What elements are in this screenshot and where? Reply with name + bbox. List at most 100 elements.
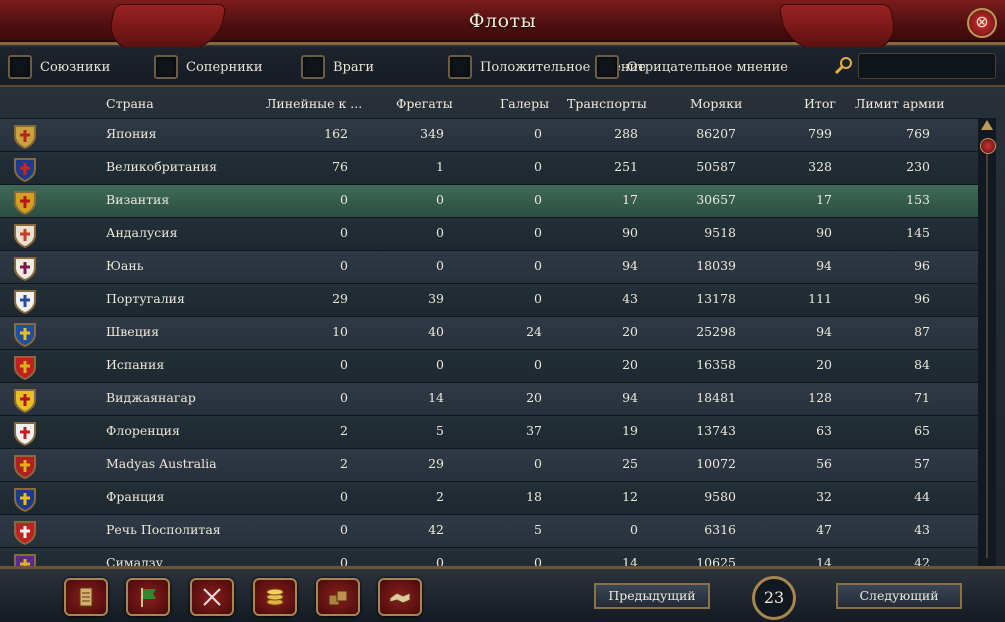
cell-heavy: 76	[332, 159, 348, 174]
flag-button[interactable]	[126, 578, 170, 616]
country-shield-icon	[14, 290, 36, 314]
cell-light: 42	[428, 522, 444, 537]
filter-rivals[interactable]: Соперники	[154, 55, 263, 79]
filter-allies[interactable]: Союзники	[8, 55, 110, 79]
col-country[interactable]: Страна	[106, 96, 154, 111]
table-row[interactable]: Виджаянагар 0 14 20 94 18481 128 71	[0, 382, 978, 415]
table-row[interactable]: Япония 162 349 0 288 86207 799 769	[0, 118, 978, 151]
checkbox[interactable]	[595, 55, 619, 79]
cell-sailors: 18481	[696, 390, 736, 405]
cell-total: 56	[816, 456, 832, 471]
cell-galleys: 0	[534, 126, 542, 141]
country-shield-icon	[14, 257, 36, 281]
crates-icon	[328, 590, 348, 606]
country-name: Франция	[106, 489, 165, 504]
cell-limit: 43	[914, 522, 930, 537]
table-row[interactable]: Андалусия 0 0 0 90 9518 90 145	[0, 217, 978, 250]
cell-sailors: 50587	[696, 159, 736, 174]
table-row[interactable]: Португалия 29 39 0 43 13178 111 96	[0, 283, 978, 316]
crates-button[interactable]	[316, 578, 360, 616]
cell-heavy: 2	[340, 456, 348, 471]
cell-heavy: 10	[332, 324, 348, 339]
table-row[interactable]: Madyas Australia 2 29 0 25 10072 56 57	[0, 448, 978, 481]
cell-sailors: 13743	[696, 423, 736, 438]
table-row[interactable]: Речь Посполитая 0 42 5 0 6316 47 43	[0, 514, 978, 547]
col-transports[interactable]: Транспорты	[567, 96, 647, 111]
country-shield-icon	[14, 521, 36, 545]
country-name: Виджаянагар	[106, 390, 196, 405]
cell-heavy: 0	[340, 522, 348, 537]
cell-transports: 0	[630, 522, 638, 537]
cell-total: 20	[816, 357, 832, 372]
scroll-track[interactable]	[986, 144, 988, 558]
previous-button[interactable]: Предыдущий	[594, 583, 710, 609]
table-row[interactable]: Византия 0 0 0 17 30657 17 153	[0, 184, 978, 217]
country-name: Португалия	[106, 291, 185, 306]
search-icon[interactable]	[834, 55, 854, 75]
cell-sailors: 18039	[696, 258, 736, 273]
filter-label: Враги	[333, 59, 375, 75]
table-row[interactable]: Франция 0 2 18 12 9580 32 44	[0, 481, 978, 514]
table-row[interactable]: Флоренция 2 5 37 19 13743 63 65	[0, 415, 978, 448]
country-name: Великобритания	[106, 159, 217, 174]
cell-total: 94	[816, 324, 832, 339]
cell-galleys: 0	[534, 291, 542, 306]
cell-light: 29	[428, 456, 444, 471]
table-row[interactable]: Великобритания 76 1 0 251 50587 328 230	[0, 151, 978, 184]
cell-total: 90	[816, 225, 832, 240]
country-shield-icon	[14, 191, 36, 215]
search-input[interactable]	[858, 53, 996, 79]
cell-sailors: 30657	[696, 192, 736, 207]
cell-limit: 57	[914, 456, 930, 471]
country-name: Флоренция	[106, 423, 180, 438]
close-button[interactable]: ⊗	[967, 8, 997, 38]
cell-heavy: 0	[340, 225, 348, 240]
filter-bar: Союзники Соперники Враги Положительное м…	[0, 47, 1005, 87]
cell-galleys: 37	[526, 423, 542, 438]
col-army-limit[interactable]: Лимит армии	[855, 96, 945, 111]
checkbox[interactable]	[301, 55, 325, 79]
checkbox[interactable]	[8, 55, 32, 79]
cell-total: 799	[808, 126, 832, 141]
table-row[interactable]: Испания 0 0 0 20 16358 20 84	[0, 349, 978, 382]
cell-sailors: 86207	[696, 126, 736, 141]
coins-button[interactable]	[253, 578, 297, 616]
filter-enemies[interactable]: Враги	[301, 55, 374, 79]
scroll-button[interactable]	[64, 578, 108, 616]
col-galleys[interactable]: Галеры	[500, 96, 549, 111]
checkbox[interactable]	[154, 55, 178, 79]
cell-heavy: 0	[340, 192, 348, 207]
scrollbar[interactable]	[978, 118, 996, 566]
filter-negative-opinion[interactable]: Отрицательное мнение	[595, 55, 788, 79]
cell-galleys: 0	[534, 357, 542, 372]
table-row[interactable]: Юань 0 0 0 94 18039 94 96	[0, 250, 978, 283]
table-header: Страна Линейные к ... Фрегаты Галеры Тра…	[0, 92, 980, 116]
cell-light: 0	[436, 258, 444, 273]
table-row[interactable]: Швеция 10 40 24 20 25298 94 87	[0, 316, 978, 349]
cell-light: 39	[428, 291, 444, 306]
col-total[interactable]: Итог	[804, 96, 836, 111]
cell-limit: 71	[914, 390, 930, 405]
crossed-swords-button[interactable]	[190, 578, 234, 616]
col-heavy-ships[interactable]: Линейные к ...	[266, 96, 362, 111]
scroll-up-icon[interactable]	[981, 120, 993, 130]
cell-total: 32	[816, 489, 832, 504]
cell-transports: 94	[622, 390, 638, 405]
cell-total: 328	[808, 159, 832, 174]
cell-limit: 65	[914, 423, 930, 438]
col-frigates[interactable]: Фрегаты	[396, 96, 453, 111]
cell-transports: 17	[622, 192, 638, 207]
scroll-thumb[interactable]	[980, 138, 996, 154]
cell-heavy: 162	[324, 126, 348, 141]
checkbox[interactable]	[448, 55, 472, 79]
country-shield-icon	[14, 158, 36, 182]
cell-limit: 769	[906, 126, 930, 141]
cell-galleys: 5	[534, 522, 542, 537]
cell-transports: 94	[622, 258, 638, 273]
col-sailors[interactable]: Моряки	[690, 96, 742, 111]
next-button[interactable]: Следующий	[836, 583, 962, 609]
handshake-button[interactable]	[378, 578, 422, 616]
country-name: Юань	[106, 258, 144, 273]
cell-limit: 230	[906, 159, 930, 174]
cell-sailors: 16358	[696, 357, 736, 372]
